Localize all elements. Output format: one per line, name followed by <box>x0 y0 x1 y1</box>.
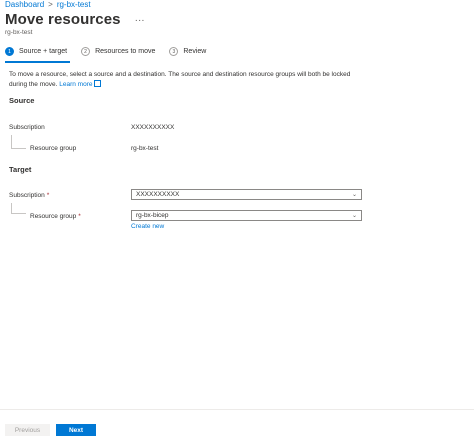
target-resource-group-label-text: Resource group <box>30 213 77 220</box>
page-subtitle: rg-bx-test <box>5 29 33 36</box>
step-label: Resources to move <box>95 48 156 55</box>
breadcrumb-dashboard[interactable]: Dashboard <box>5 0 44 9</box>
step-review[interactable]: 3 Review <box>169 47 206 56</box>
step-label: Review <box>183 48 207 55</box>
target-resource-group-value: rg-bx-bicep <box>136 212 169 219</box>
step-number: 3 <box>169 47 179 56</box>
step-resources-to-move[interactable]: 2 Resources to move <box>81 47 155 56</box>
page-header: Move resources ··· <box>5 11 145 28</box>
target-heading: Target <box>9 165 32 174</box>
footer-divider <box>0 409 474 410</box>
learn-more-link[interactable]: Learn more <box>59 80 102 88</box>
source-heading: Source <box>9 96 35 105</box>
target-resource-group-label: Resource group * <box>30 213 81 220</box>
next-button[interactable]: Next <box>56 424 96 436</box>
previous-button[interactable]: Previous <box>5 424 50 436</box>
source-subscription-value: XXXXXXXXXX <box>131 124 175 131</box>
target-subscription-label: Subscription * <box>9 192 49 199</box>
breadcrumb-resource-group[interactable]: rg-bx-test <box>57 0 91 9</box>
create-new-link[interactable]: Create new <box>131 223 164 230</box>
wizard-steps: 1 Source + target 2 Resources to move 3 … <box>5 47 220 56</box>
breadcrumb: Dashboard > rg-bx-test <box>5 0 91 9</box>
breadcrumb-separator: > <box>48 0 53 9</box>
step-number: 1 <box>5 47 14 56</box>
required-mark: * <box>78 213 81 220</box>
step-label: Source + target <box>19 48 68 55</box>
chevron-down-icon: ⌄ <box>351 213 357 219</box>
tree-connector <box>11 135 26 149</box>
more-options-button[interactable]: ··· <box>135 15 145 26</box>
active-step-indicator <box>5 61 70 63</box>
step-number: 2 <box>81 47 91 56</box>
source-resource-group-value: rg-bx-test <box>131 145 159 152</box>
external-link-icon <box>94 80 102 88</box>
intro-text: To move a resource, select a source and … <box>9 70 369 89</box>
page-title: Move resources <box>5 11 121 28</box>
tree-connector <box>11 203 26 214</box>
step-source-target[interactable]: 1 Source + target <box>5 47 67 56</box>
target-resource-group-dropdown[interactable]: rg-bx-bicep ⌄ <box>131 210 362 221</box>
target-subscription-value: XXXXXXXXXX <box>136 191 180 198</box>
source-resource-group-label: Resource group <box>30 145 77 152</box>
required-mark: * <box>46 192 50 199</box>
target-subscription-label-text: Subscription <box>9 192 45 199</box>
chevron-down-icon: ⌄ <box>351 192 357 198</box>
target-subscription-dropdown[interactable]: XXXXXXXXXX ⌄ <box>131 189 362 200</box>
learn-more-label: Learn more <box>59 80 93 88</box>
source-subscription-label: Subscription <box>9 124 45 131</box>
